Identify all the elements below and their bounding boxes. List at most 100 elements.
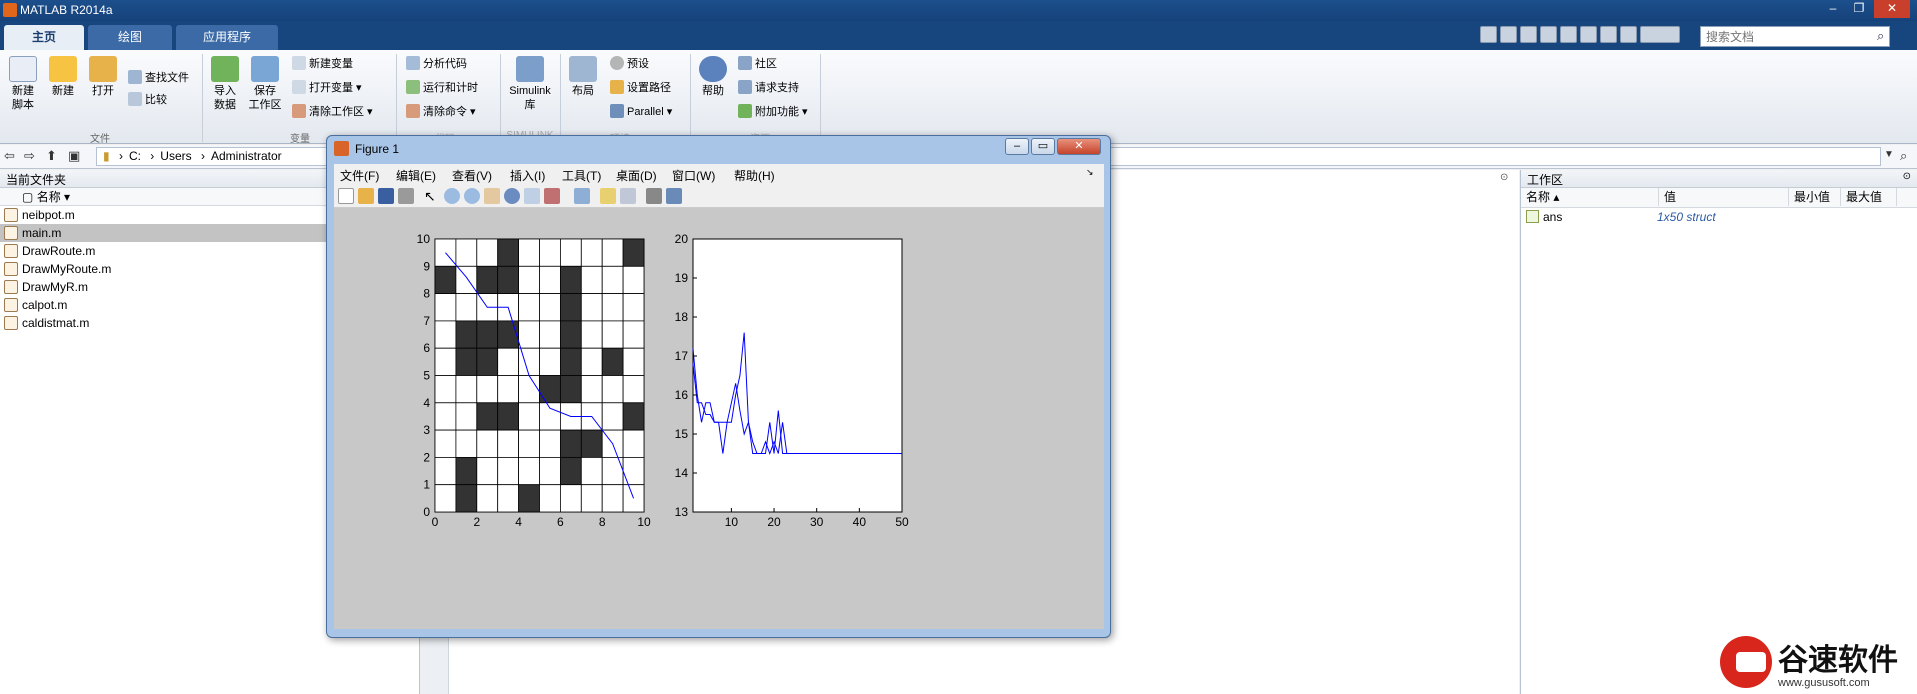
compare-button[interactable]: 比较: [128, 90, 167, 110]
path-dropdown-icon[interactable]: ▼: [1884, 149, 1894, 160]
undo-icon[interactable]: [1560, 26, 1577, 43]
add-ons-button[interactable]: 附加功能 ▾: [738, 102, 808, 122]
save-icon[interactable]: [1480, 26, 1497, 43]
up-folder-icon[interactable]: ⬆: [46, 148, 57, 164]
help-button[interactable]: 帮助: [694, 56, 732, 98]
y-tick-label: 16: [675, 388, 689, 402]
tab-apps[interactable]: 应用程序: [176, 25, 278, 50]
menu-edit[interactable]: 编辑(E): [396, 167, 436, 184]
path-segment[interactable]: Users: [160, 149, 191, 163]
figure-canvas[interactable]: 0 2 4 6 8 10 0 1 2 3 4 5 6 7 8 9 10 10 20 30 40 50 13 14 15 16 17 1…: [334, 208, 1104, 629]
back-icon[interactable]: ⇦: [4, 148, 15, 164]
menu-tools[interactable]: 工具(T): [562, 167, 601, 184]
close-button[interactable]: ✕: [1874, 0, 1910, 18]
legend-icon[interactable]: [620, 188, 636, 204]
minimize-button[interactable]: –: [1820, 0, 1846, 18]
figure-close-button[interactable]: ✕: [1057, 138, 1101, 155]
menu-view[interactable]: 查看(V): [452, 167, 492, 184]
new-variable-button[interactable]: 新建变量: [292, 54, 353, 74]
print-icon[interactable]: [398, 188, 414, 204]
ws-col-max[interactable]: 最大值: [1841, 188, 1897, 206]
brand-logo-inner: [1736, 652, 1766, 672]
open-variable-button[interactable]: 打开变量 ▾: [292, 78, 362, 98]
redo-icon[interactable]: [1580, 26, 1597, 43]
search-documentation-input[interactable]: [1700, 26, 1890, 47]
obstacle-cell: [497, 238, 519, 267]
menu-file[interactable]: 文件(F): [340, 167, 379, 184]
menu-insert[interactable]: 插入(I): [510, 167, 545, 184]
save-figure-icon[interactable]: [378, 188, 394, 204]
preferences-button[interactable]: 预设: [610, 54, 649, 74]
help-icon[interactable]: [1620, 26, 1637, 43]
save-workspace-button[interactable]: 保存 工作区: [246, 56, 284, 112]
cut-icon[interactable]: [1500, 26, 1517, 43]
maximize-button[interactable]: ❐: [1846, 0, 1872, 18]
menu-window[interactable]: 窗口(W): [672, 167, 715, 184]
zoom-out-icon[interactable]: [464, 188, 480, 204]
path-segment[interactable]: C:: [129, 149, 141, 163]
free-cell: [455, 375, 478, 404]
ws-col-min[interactable]: 最小值: [1789, 188, 1841, 206]
hide-plot-tools-icon[interactable]: [646, 188, 662, 204]
layout-menu-icon[interactable]: [1640, 26, 1680, 43]
run-and-time-label: 运行和计时: [423, 82, 478, 94]
copy-icon[interactable]: [1520, 26, 1537, 43]
menu-desktop[interactable]: 桌面(D): [616, 167, 657, 184]
run-and-time-button[interactable]: 运行和计时: [406, 78, 478, 98]
title-bar: MATLAB R2014a – ❐ ✕: [0, 0, 1917, 21]
y-tick-label: 8: [423, 287, 430, 301]
link-plot-icon[interactable]: [574, 188, 590, 204]
browse-folder-icon[interactable]: ▣: [68, 148, 80, 164]
community-button[interactable]: 社区: [738, 54, 777, 74]
search-icon[interactable]: ⌕: [1877, 28, 1884, 44]
free-cell: [518, 238, 540, 267]
command-window-menu-icon[interactable]: ⊙: [1500, 172, 1508, 183]
request-support-button[interactable]: 请求支持: [738, 78, 799, 98]
forward-icon[interactable]: ⇨: [24, 148, 35, 164]
workspace-row[interactable]: ans 1x50 struct: [1521, 208, 1917, 226]
analyze-code-icon: [406, 56, 420, 70]
open-file-icon[interactable]: [358, 188, 374, 204]
analyze-code-button[interactable]: 分析代码: [406, 54, 467, 74]
free-cell: [455, 238, 478, 267]
layout-button[interactable]: 布局: [564, 56, 602, 98]
data-cursor-icon[interactable]: [524, 188, 540, 204]
import-data-button[interactable]: 导入 数据: [206, 56, 244, 112]
ribbon-separator: [396, 54, 397, 142]
switch-windows-icon[interactable]: [1600, 26, 1617, 43]
pointer-icon[interactable]: ↖: [424, 188, 440, 204]
brush-icon[interactable]: [544, 188, 560, 204]
workspace-menu-icon[interactable]: ⊙: [1903, 171, 1911, 182]
menu-help[interactable]: 帮助(H): [734, 167, 775, 184]
ws-col-name[interactable]: 名称 ▴: [1521, 188, 1659, 206]
ws-col-value[interactable]: 值: [1659, 188, 1789, 206]
clear-workspace-button[interactable]: 清除工作区 ▾: [292, 102, 373, 122]
search-path-icon[interactable]: ⌕: [1900, 148, 1907, 164]
name-column-header[interactable]: 名称 ▾: [37, 190, 70, 204]
free-cell: [622, 347, 645, 376]
path-segment[interactable]: Administrator: [211, 149, 282, 163]
parallel-button[interactable]: Parallel ▾: [610, 102, 672, 122]
find-files-button[interactable]: 查找文件: [128, 68, 189, 88]
zoom-in-icon[interactable]: [444, 188, 460, 204]
new-figure-icon[interactable]: [338, 188, 354, 204]
tab-plots[interactable]: 绘图: [88, 25, 172, 50]
dock-icon[interactable]: ↘: [1086, 167, 1094, 178]
open-button[interactable]: 打开: [84, 56, 122, 98]
pan-icon[interactable]: [484, 188, 500, 204]
show-plot-tools-icon[interactable]: [666, 188, 682, 204]
paste-icon[interactable]: [1540, 26, 1557, 43]
rotate-3d-icon[interactable]: [504, 188, 520, 204]
tab-home[interactable]: 主页: [4, 25, 84, 50]
simulink-library-button[interactable]: Simulink 库: [506, 56, 554, 112]
new-button[interactable]: 新建: [44, 56, 82, 98]
colorbar-icon[interactable]: [600, 188, 616, 204]
clear-commands-button[interactable]: 清除命令 ▾: [406, 102, 476, 122]
free-cell: [518, 429, 540, 458]
free-cell: [580, 456, 603, 486]
free-cell: [476, 375, 499, 404]
figure-minimize-button[interactable]: –: [1005, 138, 1029, 155]
figure-maximize-button[interactable]: ▭: [1031, 138, 1055, 155]
set-path-button[interactable]: 设置路径: [610, 78, 671, 98]
new-script-button[interactable]: 新建 脚本: [4, 56, 42, 112]
